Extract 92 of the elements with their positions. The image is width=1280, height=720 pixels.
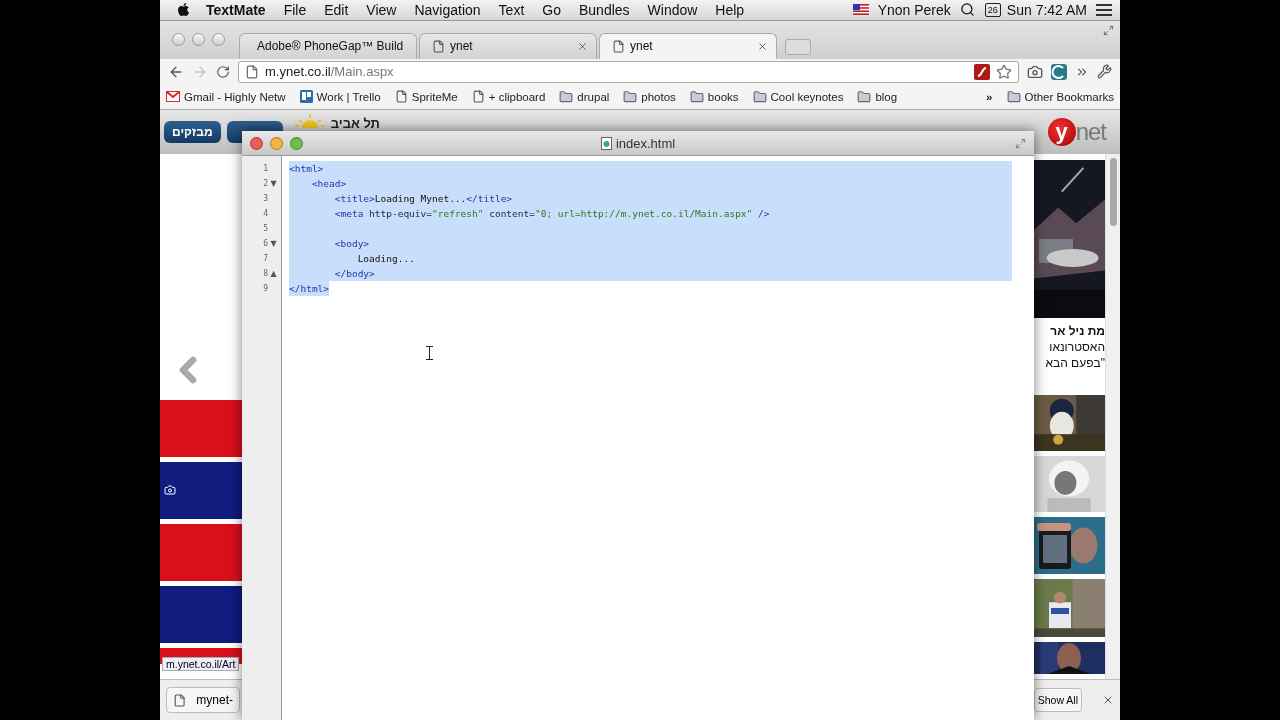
zoom-button[interactable]: [212, 33, 225, 47]
headline-text[interactable]: האסטרונאו: [1033, 338, 1105, 355]
url-path: /Main.aspx: [330, 64, 394, 80]
wrench-icon[interactable]: [1097, 64, 1112, 80]
user-name[interactable]: Ynon Perek: [868, 1, 960, 18]
board-icon: [299, 90, 313, 104]
text-cursor-icon: [426, 346, 433, 360]
extension-icon: [1051, 63, 1067, 80]
scrollbar-thumb[interactable]: [1109, 157, 1117, 226]
menu-item[interactable]: Go: [533, 1, 570, 18]
window-title: index.html: [615, 135, 676, 151]
page-icon: [394, 90, 408, 104]
menu-item[interactable]: File: [274, 1, 316, 18]
flash-icon: [974, 63, 990, 80]
headline-text[interactable]: "בפעם הבא: [1033, 354, 1105, 371]
document-icon: [600, 136, 612, 150]
line-number: 1: [263, 164, 268, 173]
menu-item[interactable]: Help: [706, 1, 754, 18]
page-icon: [245, 64, 259, 79]
line-number: 5: [263, 224, 268, 233]
folder-icon: [1006, 89, 1021, 104]
video-icon: [164, 484, 176, 497]
news-flash-button[interactable]: מבזקים: [164, 120, 221, 143]
apple-icon[interactable]: [176, 2, 191, 18]
menu-item[interactable]: Window: [638, 1, 707, 18]
tab-title: Adobe® PhoneGap™ Build: [257, 39, 404, 54]
bookmark[interactable]: blog: [875, 90, 898, 103]
line-number: 4: [263, 209, 268, 218]
page-icon: [471, 90, 485, 104]
tab-title: ynet: [630, 39, 654, 54]
browser-tab[interactable]: ynet: [599, 32, 777, 59]
promo-banner[interactable]: [160, 461, 242, 519]
bookmark[interactable]: Work | Trello: [316, 90, 381, 103]
menu-item[interactable]: Bundles: [569, 1, 639, 18]
folder-icon: [623, 89, 638, 104]
browser-tab[interactable]: Adobe® PhoneGap™ Build: [239, 32, 417, 59]
page-icon: [612, 39, 625, 53]
download-item[interactable]: mynet-: [166, 687, 240, 714]
list-icon: [1096, 3, 1112, 16]
clock[interactable]: Sun 7:42 AM: [1006, 1, 1096, 18]
folder-icon: [857, 89, 872, 104]
line-number: 6: [263, 239, 268, 248]
folder-icon: [752, 89, 767, 104]
close-button[interactable]: [172, 33, 185, 47]
search-icon[interactable]: [959, 2, 975, 18]
bookmark[interactable]: SpriteMe: [411, 90, 458, 103]
headline-text[interactable]: מת ניל אר: [1033, 322, 1105, 339]
bookmark[interactable]: books: [707, 90, 739, 103]
close-icon[interactable]: [577, 40, 588, 52]
line-number: 8: [263, 269, 268, 278]
more-bookmarks[interactable]: »: [986, 90, 993, 103]
menu-item[interactable]: Edit: [315, 1, 358, 18]
bookmark[interactable]: photos: [641, 90, 676, 103]
app-menu[interactable]: TextMate: [197, 1, 275, 18]
folder-icon: [559, 89, 574, 104]
page-icon: [432, 39, 445, 53]
bookmark[interactable]: Gmail - Highly Netw: [184, 90, 286, 103]
line-number: 9: [263, 284, 268, 293]
bookmark[interactable]: + clipboard: [488, 90, 546, 103]
bookmark[interactable]: Cool keynotes: [770, 90, 844, 103]
minimize-button[interactable]: [192, 33, 205, 47]
tab-title: ynet: [450, 39, 474, 54]
fold-marker[interactable]: ▼: [270, 239, 277, 248]
resize-icon[interactable]: [1015, 137, 1026, 149]
line-number: 2: [263, 179, 268, 188]
file-icon: [173, 692, 187, 708]
other-bookmarks[interactable]: Other Bookmarks: [1024, 90, 1114, 103]
show-all-button[interactable]: Show All: [1033, 688, 1082, 713]
calendar-icon[interactable]: 26: [984, 2, 1001, 17]
line-number: 3: [263, 194, 268, 203]
bookmark[interactable]: drupal: [577, 90, 610, 103]
fold-marker[interactable]: ▲: [270, 269, 277, 278]
sun-icon: [294, 113, 325, 128]
site-logo[interactable]: y net: [1047, 117, 1106, 146]
mail-icon: [166, 91, 180, 103]
menu-item[interactable]: View: [357, 1, 406, 18]
fullscreen-icon[interactable]: [1103, 24, 1114, 36]
menu-item[interactable]: Text: [489, 1, 534, 18]
address-bar[interactable]: m.ynet.co.il/Main.aspx: [238, 60, 1019, 83]
menu-item[interactable]: Navigation: [405, 1, 490, 18]
city-name: תל אביב: [330, 116, 380, 132]
line-number: 7: [263, 254, 268, 263]
browser-tab[interactable]: ynet: [419, 32, 597, 59]
star-icon[interactable]: [996, 63, 1012, 80]
close-icon[interactable]: [757, 40, 768, 52]
status-tooltip: m.ynet.co.il/Art: [162, 657, 240, 672]
fold-marker[interactable]: ▼: [270, 179, 277, 188]
flag-icon: [852, 4, 869, 16]
folder-icon: [689, 89, 704, 104]
reload-icon[interactable]: [216, 64, 230, 79]
url-host: m.ynet.co.il: [265, 64, 331, 80]
camera-icon[interactable]: [1027, 63, 1043, 80]
